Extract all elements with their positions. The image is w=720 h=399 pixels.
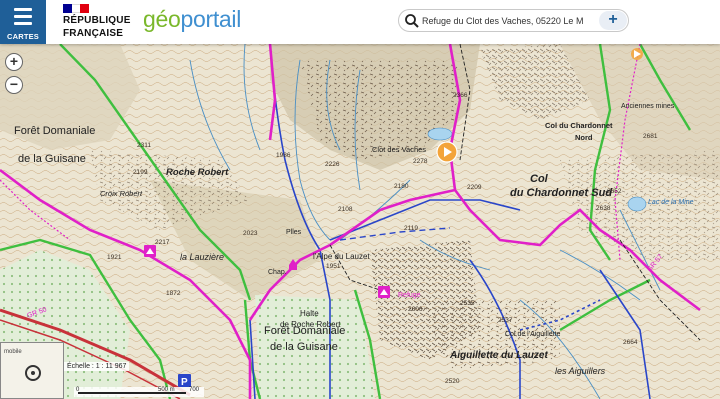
label-lac-de-la-mine: Lac de la Mine (648, 199, 694, 206)
svg-text:2023: 2023 (243, 230, 258, 237)
scale-label: Échelle : 1 : 11 967 (64, 362, 130, 371)
svg-text:2199: 2199 (133, 169, 148, 176)
zoom-in-button[interactable]: + (5, 53, 23, 71)
svg-text:2366: 2366 (453, 92, 468, 99)
geoportail-logo[interactable]: géoportail (143, 6, 241, 33)
label-aiguillette-du-lauzet: Aiguillette du Lauzet (449, 350, 548, 361)
top-bar: CARTES RÉPUBLIQUE FRANÇAISE géoportail + (0, 0, 720, 44)
svg-text:1986: 1986 (276, 152, 291, 159)
crosshair-icon (25, 365, 41, 381)
cartes-menu-button[interactable]: CARTES (0, 0, 46, 44)
zoom-out-button[interactable]: − (5, 76, 23, 94)
label-clot-des-vaches: Clot des Vaches (372, 145, 426, 154)
svg-text:2535: 2535 (460, 300, 475, 307)
label-col-chardonnet-sud: du Chardonnet Sud (510, 187, 612, 199)
label-les-aiguillers: les Aiguillers (555, 366, 606, 376)
brand-portail: portail (180, 6, 242, 32)
label-col-aiguillette: Col de l'Aiguillette (505, 331, 561, 338)
svg-text:2226: 2226 (325, 161, 340, 168)
scale-tick-500: 500 m (158, 387, 175, 393)
svg-text:2209: 2209 (467, 184, 482, 191)
label-refuge: Refuge (398, 292, 421, 299)
refuge-marker[interactable] (378, 286, 390, 298)
label-croix-robert: Croix Robert (100, 189, 143, 198)
scale-bar-box: 0 500 m 700 (74, 387, 204, 397)
svg-text:2520: 2520 (445, 378, 460, 385)
svg-text:2278: 2278 (413, 158, 428, 165)
label-alpe-du-lauzet: l'Alpe du Lauzet (313, 252, 370, 261)
label-roche-robert: Roche Robert (166, 167, 229, 178)
label-de-la-guisane-1: de la Guisane (18, 153, 86, 165)
label-foret-domaniale-2: Forêt Domaniale (264, 325, 345, 337)
svg-text:2664: 2664 (623, 339, 638, 346)
gov-line-2: FRANÇAISE (63, 28, 124, 39)
label-la-lauziere: la Lauzière (180, 252, 224, 262)
republique-francaise-logo[interactable]: RÉPUBLIQUE FRANÇAISE (63, 4, 131, 39)
label-col-1: Col (530, 173, 549, 185)
add-button[interactable]: + (599, 11, 627, 30)
french-flag-icon (63, 4, 90, 13)
search-input[interactable] (422, 13, 594, 28)
refuge-marker[interactable] (144, 245, 156, 257)
gov-line-1: RÉPUBLIQUE (63, 15, 131, 26)
topographic-map[interactable]: Forêt Domaniale de la Guisane Roche Robe… (0, 44, 720, 399)
svg-text:1921: 1921 (107, 254, 122, 261)
navigation-arrow-icon[interactable] (631, 48, 643, 60)
lac-de-la-mine (627, 196, 647, 212)
scale-bar: Échelle : 1 : 11 967 0 500 m 700 (64, 362, 214, 399)
svg-text:2217: 2217 (155, 239, 170, 246)
map-canvas[interactable]: Forêt Domaniale de la Guisane Roche Robe… (0, 44, 720, 399)
label-halte: Halte (300, 309, 319, 318)
label-plles: Plles (286, 229, 302, 236)
label-de-la-guisane-2: de la Guisane (270, 341, 338, 353)
search-bar: + (398, 9, 629, 32)
svg-text:2652: 2652 (607, 188, 622, 195)
svg-text:1951: 1951 (326, 263, 341, 270)
svg-text:2606: 2606 (408, 306, 423, 313)
scale-tick-700: 700 (189, 387, 200, 393)
lake (427, 127, 453, 141)
svg-text:2119: 2119 (404, 225, 418, 232)
svg-text:1872: 1872 (166, 290, 181, 297)
menu-label: CARTES (6, 32, 40, 41)
brand-geo: géo (143, 6, 181, 32)
svg-text:2681: 2681 (643, 133, 658, 140)
scale-tick-0: 0 (76, 387, 80, 393)
overview-minimap[interactable]: mobile (0, 342, 64, 399)
svg-text:2537: 2537 (498, 317, 513, 324)
svg-text:2638: 2638 (596, 205, 611, 212)
label-chap: Chap. (268, 269, 287, 276)
minimap-label: mobile (4, 349, 22, 355)
label-anciennes-mines: Anciennes mines (621, 103, 675, 110)
hamburger-icon (14, 8, 32, 29)
svg-text:2311: 2311 (137, 142, 151, 149)
selected-location-marker[interactable] (436, 141, 458, 163)
label-nord: Nord (575, 133, 593, 142)
label-col-chardonnet-nord: Col du Chardonnet (545, 121, 613, 130)
svg-text:2108: 2108 (338, 206, 353, 213)
label-foret-domaniale-1: Forêt Domaniale (14, 125, 95, 137)
svg-text:2180: 2180 (394, 183, 409, 190)
search-icon[interactable] (404, 13, 420, 29)
